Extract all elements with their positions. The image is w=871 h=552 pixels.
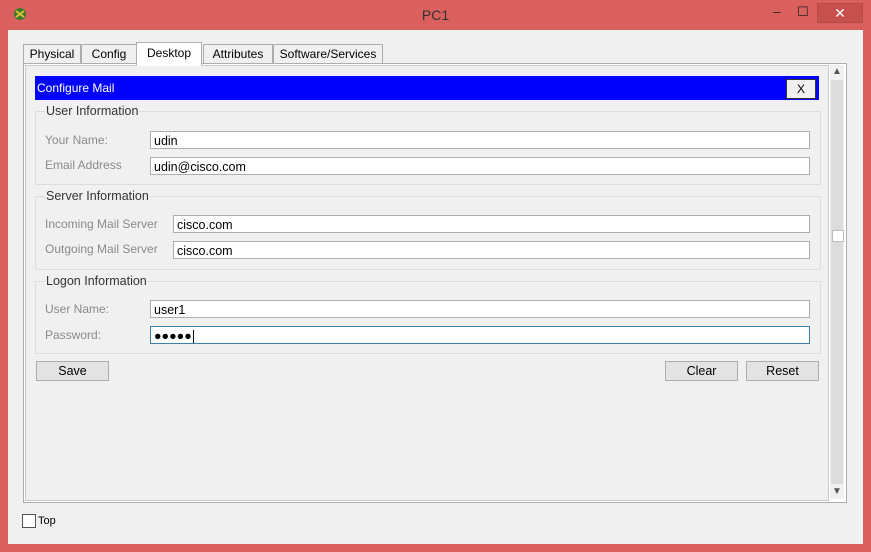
title-bar: PC1 – ☐ ✕ [0,0,871,30]
tab-desktop[interactable]: Desktop [136,42,202,66]
user-name-label: User Name: [45,302,110,316]
clear-button[interactable]: Clear [665,361,738,381]
email-address-field[interactable]: udin@cisco.com [150,157,810,175]
save-button[interactable]: Save [36,361,109,381]
scroll-down-arrow-icon[interactable]: ▼ [830,485,844,499]
password-mask: ●●●●● [154,329,192,343]
email-address-label: Email Address [45,158,122,172]
window-client-area: Physical Config Desktop Attributes Softw… [8,30,863,544]
user-name-field[interactable]: user1 [150,300,810,318]
scrollbar-thumb[interactable] [832,230,844,242]
top-checkbox[interactable] [22,514,36,528]
configure-mail-panel: Configure Mail X User Information Your N… [25,65,829,501]
close-window-button[interactable]: ✕ [817,3,863,23]
vertical-scrollbar[interactable]: ▲ ▼ [830,65,844,499]
maximize-button[interactable]: ☐ [792,3,814,21]
logon-information-group: Logon Information User Name: user1 Passw… [35,274,821,354]
minimize-button[interactable]: – [766,3,788,21]
server-information-title: Server Information [45,189,150,203]
logon-information-title: Logon Information [45,274,148,288]
text-caret [192,330,194,344]
outgoing-mail-server-field[interactable]: cisco.com [173,241,810,259]
incoming-mail-server-label: Incoming Mail Server [45,217,158,231]
configure-mail-header: Configure Mail X [35,76,819,100]
incoming-mail-server-field[interactable]: cisco.com [173,215,810,233]
desktop-tab-panel: Configure Mail X User Information Your N… [23,63,847,503]
reset-button[interactable]: Reset [746,361,819,381]
configure-mail-close-button[interactable]: X [786,79,816,99]
user-information-group: User Information Your Name: udin Email A… [35,104,821,185]
tab-software-services[interactable]: Software/Services [273,44,383,65]
tab-config[interactable]: Config [81,44,137,65]
window-title: PC1 [421,7,450,23]
user-information-title: User Information [45,104,140,118]
tab-attributes[interactable]: Attributes [203,44,273,65]
tab-physical[interactable]: Physical [23,44,81,65]
top-checkbox-label: Top [38,515,56,527]
configure-mail-title: Configure Mail [37,81,115,95]
password-field[interactable]: ●●●●● [150,326,810,344]
server-information-group: Server Information Incoming Mail Server … [35,189,821,270]
your-name-field[interactable]: udin [150,131,810,149]
scrollbar-track[interactable] [831,80,844,484]
password-label: Password: [45,328,102,342]
scroll-up-arrow-icon[interactable]: ▲ [830,65,844,79]
outgoing-mail-server-label: Outgoing Mail Server [45,242,158,256]
your-name-label: Your Name: [45,133,108,147]
